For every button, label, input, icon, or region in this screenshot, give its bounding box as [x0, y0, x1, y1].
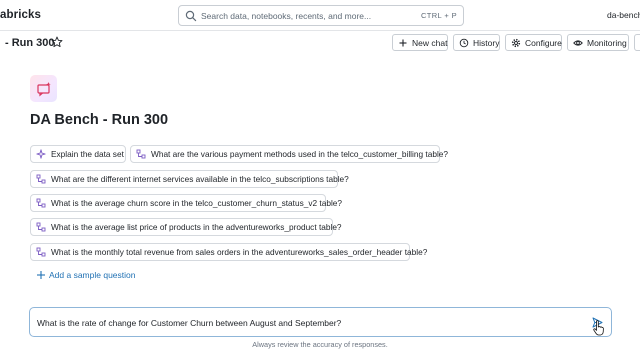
suggestion-chip[interactable]: What are the different internet services… [30, 170, 349, 188]
add-sample-question-label: Add a sample question [49, 270, 136, 280]
space-title: DA Bench - Run 300 [30, 112, 169, 128]
new-chat-button[interactable]: New chat [392, 34, 448, 51]
history-icon [459, 38, 469, 47]
query-icon [36, 247, 46, 257]
search-input[interactable] [201, 9, 401, 23]
configure-button[interactable]: Configure [505, 34, 562, 51]
chat-input[interactable] [37, 316, 577, 330]
suggestion-label: What is the average churn score in the t… [51, 198, 343, 208]
page-title: - Run 300 [5, 37, 55, 49]
accuracy-disclaimer: Always review the accuracy of responses. [252, 340, 388, 349]
sparkle-icon [36, 149, 46, 159]
search-icon [185, 10, 197, 22]
search-shortcut-hint: CTRL + P [420, 11, 457, 20]
suggestion-chip-explain[interactable]: Explain the data set [30, 145, 126, 163]
suggestion-label: What are the different internet services… [51, 174, 349, 184]
chat-sparkle-icon [36, 81, 51, 97]
genie-space-icon [30, 75, 57, 102]
monitoring-button[interactable]: Monitoring [567, 34, 629, 51]
suggestion-label: What is the monthly total revenue from s… [51, 247, 428, 257]
suggestion-label: What are the various payment methods use… [151, 149, 449, 159]
gear-icon [511, 38, 521, 47]
suggestion-label: What is the average list price of produc… [51, 222, 342, 232]
suggestion-chip[interactable]: What are the various payment methods use… [130, 145, 448, 163]
more-actions-button[interactable] [634, 34, 640, 51]
hand-cursor-icon [593, 320, 604, 336]
monitoring-label: Monitoring [587, 37, 627, 48]
suggestion-label: Explain the data set [51, 149, 124, 159]
plus-icon [399, 39, 407, 46]
add-sample-question-link[interactable]: Add a sample question [36, 270, 135, 280]
new-chat-label: New chat [412, 37, 448, 48]
query-icon [36, 222, 46, 232]
history-button[interactable]: History [453, 34, 500, 51]
suggestion-chip[interactable]: What is the average list price of produc… [30, 218, 342, 236]
top-bar: abricks CTRL + P da-bench [0, 0, 640, 31]
eye-icon [573, 39, 583, 46]
history-label: History [473, 37, 500, 48]
workspace-name[interactable]: da-bench [607, 10, 640, 20]
chat-input-box[interactable] [29, 307, 612, 337]
query-icon [36, 198, 46, 208]
star-icon[interactable] [51, 36, 63, 48]
suggestion-chip[interactable]: What is the average churn score in the t… [30, 194, 342, 212]
query-icon [36, 174, 46, 184]
brand-logo-text[interactable]: abricks [0, 9, 41, 21]
configure-label: Configure [525, 37, 562, 48]
suggestion-chip[interactable]: What is the monthly total revenue from s… [30, 243, 427, 261]
plus-icon [37, 271, 45, 279]
query-icon [136, 149, 146, 159]
global-search[interactable]: CTRL + P [178, 5, 464, 26]
